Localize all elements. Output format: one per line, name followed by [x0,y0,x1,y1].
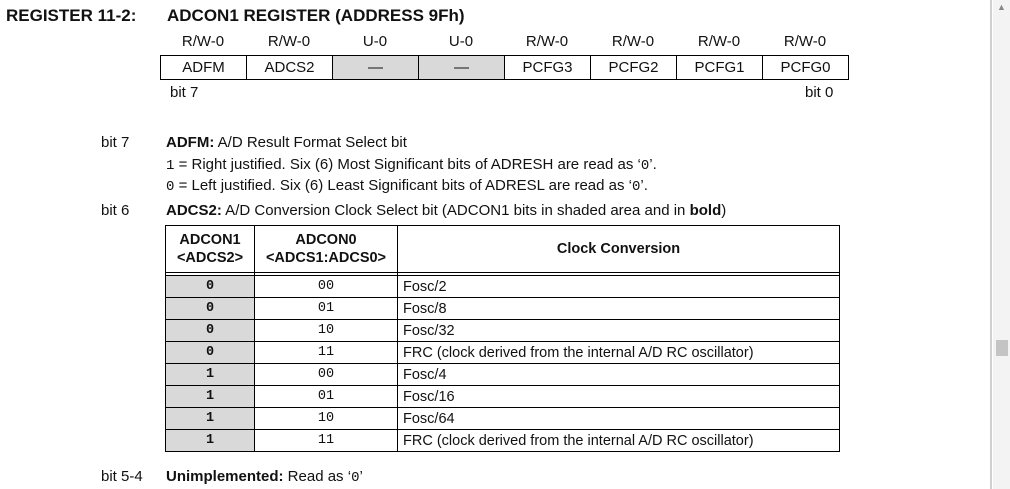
bit7-opt0-text: = Left justified. Six (6) Least Signific… [174,177,632,194]
register-bit-table: ADFM ADCS2 — — PCFG3 PCFG2 PCFG1 PCFG0 [160,55,849,80]
bit54-label: bit 5-4 [101,468,143,485]
clock-select-table: ADCON1 <ADCS2> ADCON0 <ADCS1:ADCS0> Cloc… [165,225,840,452]
bit7-opt1-end: ’. [649,156,657,173]
adcs2-cell: 1 [165,385,255,408]
header-adcon0: ADCON0 [295,232,357,248]
conversion-cell: FRC (clock derived from the internal A/D… [397,429,840,452]
access-bit7: R/W-0 [181,33,225,50]
adcs10-cell: 10 [254,407,398,430]
bit7-option-0: 0 = Left justified. Six (6) Least Signif… [166,177,648,195]
bit7-option-1: 1 = Right justified. Six (6) Most Signif… [166,156,657,174]
clock-table-header-adcs10: ADCON0 <ADCS1:ADCS0> [254,225,398,273]
table-row: 1 11 FRC (clock derived from the interna… [165,429,840,452]
bit-cell-5: — [332,55,419,80]
adcs2-cell: 0 [165,297,255,320]
bit7-desc-text: A/D Result Format Select bit [214,134,407,151]
adcs2-cell: 1 [165,407,255,430]
adcs10-cell: 01 [254,297,398,320]
bit54-description: Unimplemented: Read as ‘0’ [166,468,363,486]
scroll-up-arrow-icon[interactable]: ▲ [997,2,1006,12]
conversion-cell: Fosc/64 [397,407,840,430]
header-adcon1: ADCON1 [179,232,241,248]
access-bit0: R/W-0 [783,33,827,50]
table-row: 1 01 Fosc/16 [165,385,840,408]
bit54-desc-text: Read as ‘ [283,468,352,485]
bit-cell-4: — [418,55,505,80]
adcs10-cell: 00 [254,363,398,386]
bit-cell-3: PCFG3 [504,55,591,80]
header-adcs2: <ADCS2> [176,250,244,266]
bit7-opt0-end: ’. [640,177,648,194]
bit-cell-6: ADCS2 [246,55,333,80]
bit7-opt1-code: 0 [640,158,650,174]
access-bit5: U-0 [362,33,388,50]
vertical-scrollbar[interactable] [993,0,1010,489]
bit7-name: ADFM: [166,134,215,151]
bit6-description: ADCS2: A/D Conversion Clock Select bit (… [166,202,726,219]
adcs2-cell: 0 [165,319,255,342]
adcs10-cell: 00 [254,275,398,298]
table-row: 0 10 Fosc/32 [165,319,840,342]
bit6-desc-text: A/D Conversion Clock Select bit (ADCON1 … [221,202,690,219]
page-edge-line [990,0,992,489]
table-row: 0 11 FRC (clock derived from the interna… [165,341,840,364]
conversion-cell: FRC (clock derived from the internal A/D… [397,341,840,364]
adcs10-cell: 11 [254,429,398,452]
bit54-name: Unimplemented: [166,468,284,485]
access-bit3: R/W-0 [525,33,569,50]
bit-cell-1: PCFG1 [676,55,763,80]
adcs2-cell: 0 [165,341,255,364]
table-row: 0 00 Fosc/2 [165,275,840,298]
conversion-cell: Fosc/2 [397,275,840,298]
scrollbar-thumb[interactable] [996,340,1008,356]
adcs2-cell: 1 [165,363,255,386]
register-title: ADCON1 REGISTER (ADDRESS 9Fh) [167,6,465,25]
adcs10-cell: 01 [254,385,398,408]
header-adcs1-adcs0: <ADCS1:ADCS0> [265,250,387,266]
conversion-cell: Fosc/4 [397,363,840,386]
bit6-desc-end: ) [721,202,727,219]
bit6-label: bit 6 [101,202,130,219]
clock-table-header-conversion: Clock Conversion [397,225,840,273]
access-bit1: R/W-0 [697,33,741,50]
register-label: REGISTER 11-2: [6,6,137,25]
conversion-cell: Fosc/32 [397,319,840,342]
conversion-cell: Fosc/16 [397,385,840,408]
bit7-description: ADFM: A/D Result Format Select bit [166,134,407,151]
lsb-label: bit 0 [805,84,834,101]
adcs2-cell: 1 [165,429,255,452]
table-row: 1 10 Fosc/64 [165,407,840,430]
adcs10-cell: 11 [254,341,398,364]
bit-cell-2: PCFG2 [590,55,677,80]
bit6-name: ADCS2: [166,202,222,219]
adcs10-cell: 10 [254,319,398,342]
table-row: 1 00 Fosc/4 [165,363,840,386]
bit54-end: ’ [359,468,363,485]
access-bit2: R/W-0 [611,33,655,50]
adcs2-cell: 0 [165,275,255,298]
conversion-cell: Fosc/8 [397,297,840,320]
bit6-desc-bold: bold [689,202,722,219]
bit-cell-7: ADFM [160,55,247,80]
access-bit6: R/W-0 [267,33,311,50]
bit7-label: bit 7 [101,134,130,151]
access-bit4: U-0 [448,33,474,50]
table-row: 0 01 Fosc/8 [165,297,840,320]
msb-label: bit 7 [170,84,199,101]
clock-table-header-adcs2: ADCON1 <ADCS2> [165,225,255,273]
bit7-opt1-text: = Right justified. Six (6) Most Signific… [174,156,641,173]
bit-cell-0: PCFG0 [762,55,849,80]
